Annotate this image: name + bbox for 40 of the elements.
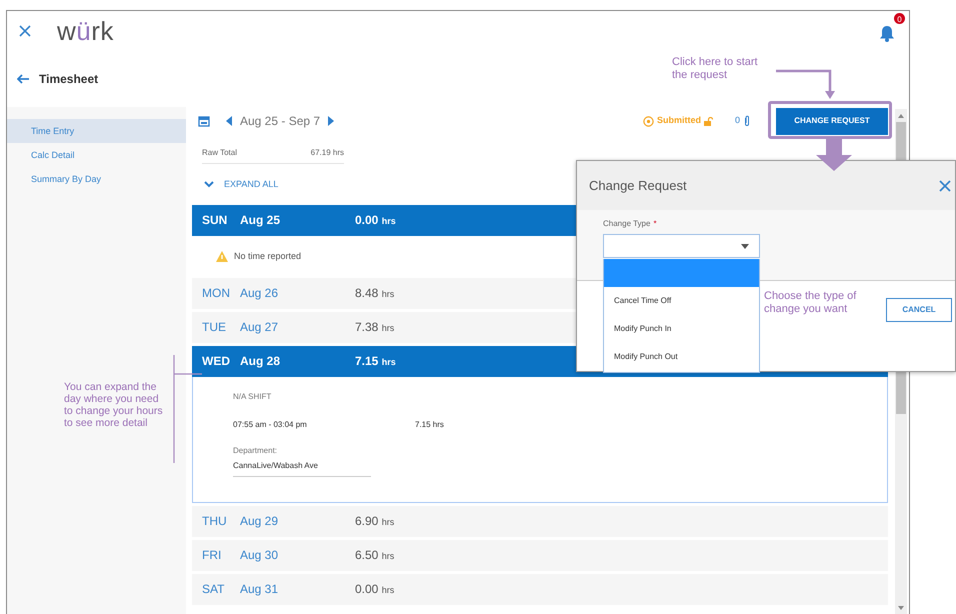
day-date: Aug 27 (240, 319, 280, 336)
dialog-title: Change Request (589, 176, 687, 195)
day-name: SUN (202, 212, 228, 229)
day-name: SAT (202, 581, 226, 598)
day-hours: 6.90 hrs (355, 513, 394, 530)
day-hours: 7.15 hrs (355, 353, 396, 370)
department-value: CannaLive/Wabash Ave (233, 456, 371, 476)
annotation-text: Click here to start the request (672, 56, 759, 82)
notification-badge: 0 (893, 12, 906, 25)
day-date: Aug 30 (240, 547, 280, 564)
day-date: Aug 26 (240, 285, 280, 302)
shift-name: N/A SHIFT (233, 390, 272, 402)
day-hours: 8.48 hrs (355, 285, 394, 302)
date-range: Aug 25 - Sep 7 (240, 113, 320, 130)
day-hours: 6.50 hrs (355, 547, 394, 564)
day-name: MON (202, 285, 231, 302)
attachment-count: 0 (734, 114, 740, 128)
day-name: TUE (202, 319, 227, 336)
day-name: WED (202, 353, 231, 370)
day-name: FRI (202, 547, 222, 564)
day-hours: 7.38 hrs (355, 319, 394, 336)
raw-total-label: Raw Total (202, 147, 237, 159)
annotation-text: You can expand the day where you need to change your hours to see more detail (64, 381, 164, 430)
day-hours: 0.00 hrs (355, 581, 394, 598)
day-name: THU (202, 513, 228, 530)
day-date: Aug 29 (240, 513, 280, 530)
required-mark: * (653, 218, 657, 230)
app-logo: würk (57, 14, 114, 48)
warning-message: No time reported (234, 250, 302, 263)
day-date: Aug 25 (240, 212, 282, 229)
shift-time: 07:55 am - 03:04 pm (233, 418, 308, 430)
day-date: Aug 28 (240, 353, 282, 370)
raw-total-value: 67.19 hrs (310, 147, 344, 159)
shift-hours: 7.15 hrs (415, 418, 444, 430)
day-date: Aug 31 (240, 581, 280, 598)
department-label: Department: (233, 444, 278, 456)
day-hours: 0.00 hrs (355, 212, 396, 229)
status-label: Submitted (656, 114, 701, 128)
page-title: Timesheet (39, 71, 98, 88)
field-label: Change Type (603, 218, 650, 230)
